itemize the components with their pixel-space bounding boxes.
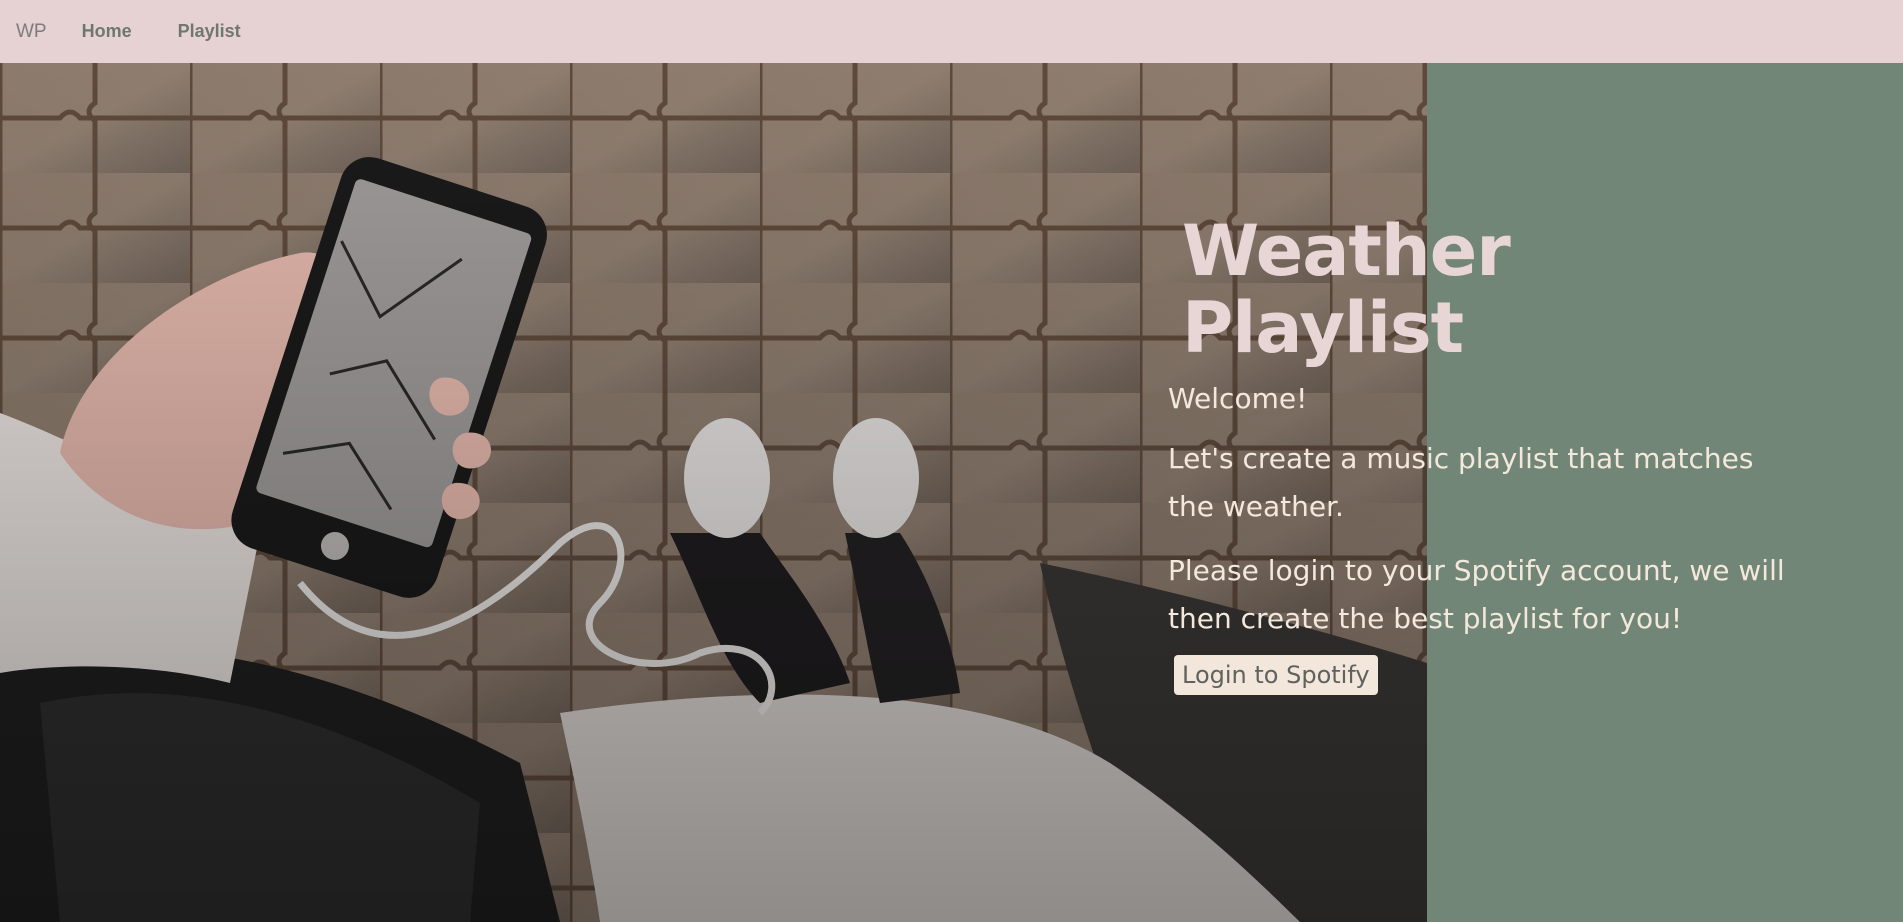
brand-logo[interactable]: WP [16,21,47,43]
hero-content: Weather Playlist Welcome! Let's create a… [1168,213,1808,695]
intro-text: Let's create a music playlist that match… [1168,442,1754,523]
page-title: Weather Playlist [1182,210,1511,369]
hero-section: Weather Playlist Welcome! Let's create a… [0,63,1903,922]
nav-link-playlist[interactable]: Playlist [178,21,241,42]
instructions-text: Please login to your Spotify account, we… [1168,554,1785,635]
top-navbar: WP Home Playlist [0,0,1903,63]
login-spotify-button[interactable]: Login to Spotify [1174,655,1378,695]
nav-link-home[interactable]: Home [82,21,132,42]
welcome-text: Welcome! [1168,382,1308,415]
